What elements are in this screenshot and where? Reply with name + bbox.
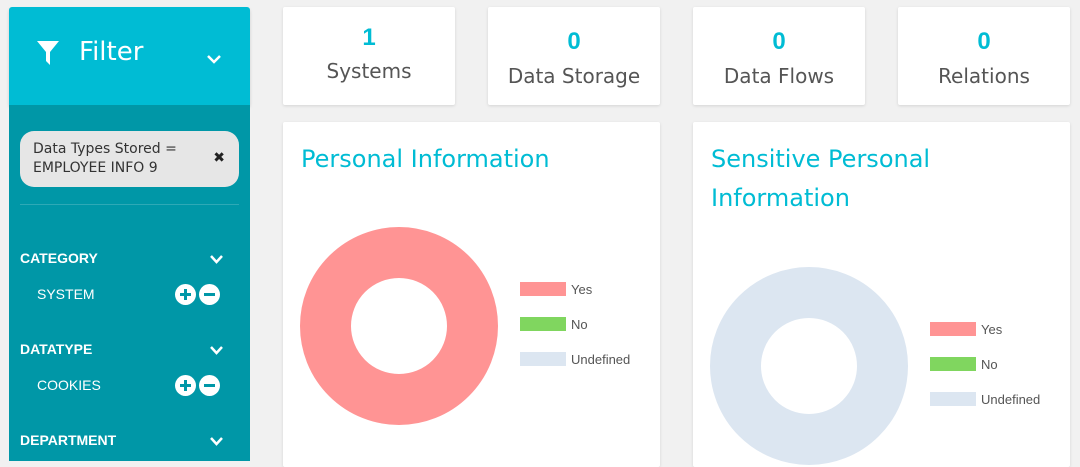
- active-filter-chip: Data Types Stored = EMPLOYEE INFO 9 ✖: [20, 131, 239, 187]
- minus-icon[interactable]: [199, 284, 220, 305]
- filter-sidebar: Data Types Stored = EMPLOYEE INFO 9 ✖ CA…: [9, 105, 250, 461]
- close-icon[interactable]: ✖: [213, 150, 225, 166]
- filter-title: Filter: [79, 37, 144, 67]
- stat-card-data-flows[interactable]: 0 Data Flows: [693, 7, 865, 105]
- legend-label-undefined[interactable]: Undefined: [981, 392, 1040, 407]
- legend-label-yes[interactable]: Yes: [571, 282, 593, 297]
- chart-card-personal-information: Personal Information Yes No Undefined: [283, 122, 660, 467]
- legend-swatch-no[interactable]: [520, 317, 566, 331]
- legend-label-no[interactable]: No: [571, 317, 588, 332]
- stat-label: Systems: [326, 59, 412, 83]
- minus-icon[interactable]: [199, 375, 220, 396]
- section-department-label: DEPARTMENT: [20, 432, 117, 448]
- active-filter-text: Data Types Stored = EMPLOYEE INFO 9: [33, 141, 177, 176]
- filter-header[interactable]: Filter: [9, 7, 250, 105]
- donut-chart: Yes No Undefined: [710, 267, 1040, 465]
- stat-value: 1: [362, 24, 376, 51]
- legend-swatch-yes[interactable]: [520, 282, 566, 296]
- funnel-icon: [37, 41, 59, 65]
- stat-card-systems[interactable]: 1 Systems: [283, 7, 455, 105]
- legend-swatch-yes[interactable]: [930, 322, 976, 336]
- stat-card-relations[interactable]: 0 Relations: [898, 7, 1070, 105]
- chevron-down-icon[interactable]: [210, 255, 223, 264]
- stat-value: 0: [567, 28, 581, 55]
- chart-card-sensitive-personal-information: Sensitive Personal Information Yes No Unde…: [693, 122, 1070, 467]
- stat-value: 0: [977, 28, 991, 55]
- stat-label: Data Storage: [507, 64, 641, 88]
- stat-value: 0: [772, 28, 786, 55]
- stat-label: Data Flows: [723, 64, 835, 88]
- legend-swatch-undefined[interactable]: [520, 352, 566, 366]
- plus-icon[interactable]: [175, 284, 196, 305]
- item-label: COOKIES: [37, 377, 101, 393]
- donut-slice-undefined[interactable]: [710, 267, 908, 465]
- donut-chart: Yes No Undefined: [300, 227, 630, 425]
- chevron-down-icon[interactable]: [207, 54, 221, 64]
- chevron-down-icon[interactable]: [210, 346, 223, 355]
- section-datatype-label: DATATYPE: [20, 341, 93, 357]
- legend-label-undefined[interactable]: Undefined: [571, 352, 630, 367]
- chevron-down-icon[interactable]: [210, 437, 223, 446]
- section-category-label: CATEGORY: [20, 250, 98, 266]
- plus-icon[interactable]: [175, 375, 196, 396]
- legend-label-no[interactable]: No: [981, 357, 998, 372]
- legend-swatch-undefined[interactable]: [930, 392, 976, 406]
- legend-swatch-no[interactable]: [930, 357, 976, 371]
- donut-slice-yes[interactable]: [300, 227, 498, 425]
- stat-card-data-storage[interactable]: 0 Data Storage: [488, 7, 660, 105]
- stat-label: Relations: [938, 64, 1030, 88]
- item-label: SYSTEM: [37, 286, 95, 302]
- legend-label-yes[interactable]: Yes: [981, 322, 1003, 337]
- divider: [20, 204, 239, 205]
